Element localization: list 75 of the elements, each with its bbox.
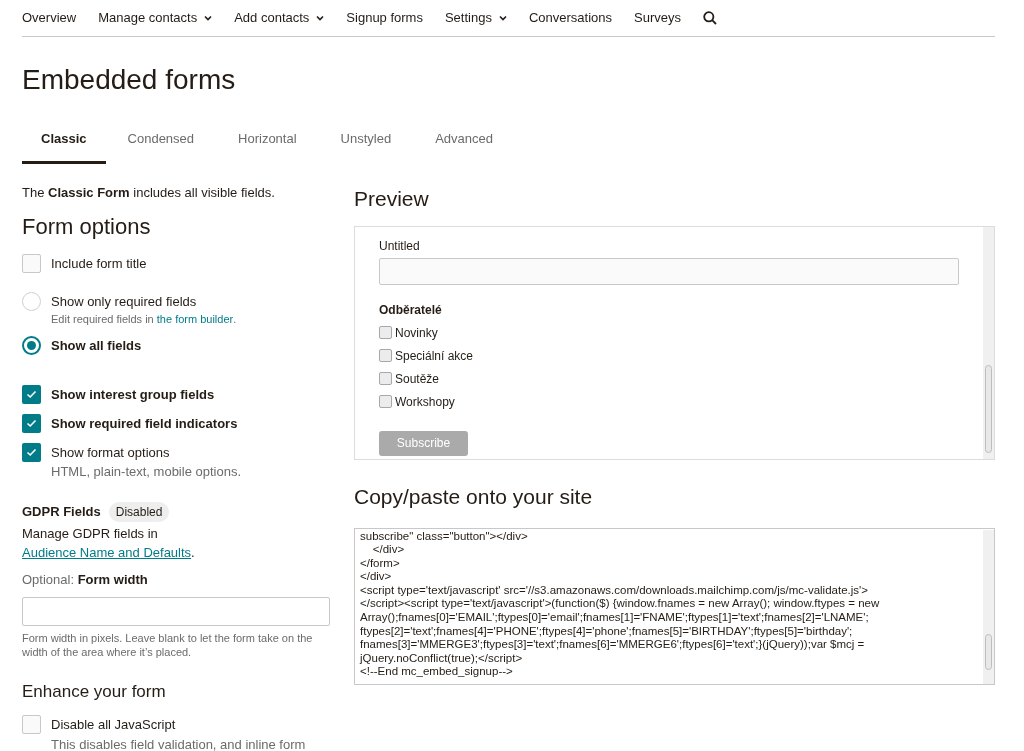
chevron-down-icon — [316, 15, 325, 21]
checkbox-label: Novinky — [395, 324, 438, 342]
option-label: Show format options — [51, 443, 171, 462]
nav-link[interactable]: Settings — [444, 8, 507, 28]
hint-text: HTML, plain-text, mobile options. — [51, 463, 242, 480]
tab[interactable]: Classic — [22, 129, 106, 164]
code-line: </div> — [371, 543, 406, 557]
checkbox[interactable] — [22, 442, 41, 462]
code-textarea[interactable] — [354, 527, 995, 685]
option-label: Show interest group fields — [51, 385, 215, 404]
tab[interactable]: Horizontal — [216, 129, 319, 164]
section-heading: Form options — [22, 213, 152, 240]
intro-text: The Classic Form includes all visible fields. — [22, 183, 276, 202]
gdpr-text: Manage GDPR fields in Audience Name and Defaults. — [22, 524, 196, 562]
option-label: Show only required fields — [51, 292, 198, 311]
scroll-thumb[interactable] — [985, 364, 992, 453]
nav-link[interactable]: Overview — [22, 8, 77, 28]
section-heading: Copy/paste onto your site — [354, 483, 594, 510]
text-field[interactable] — [379, 257, 959, 285]
code-line: Array();fnames[0]='EMAIL';ftypes[0]='email';fnames[1]='FNAME';ftypes[1]='text';fnames[2]='LNAME'; — [360, 611, 870, 625]
option-label: Show all fields — [51, 336, 142, 355]
hint-text: Edit required fields in the form builder. — [51, 311, 237, 327]
nav-link[interactable]: Signup forms — [346, 8, 423, 28]
search-icon[interactable] — [703, 11, 717, 25]
chevron-down-icon — [498, 15, 507, 21]
checkmark-icon — [26, 389, 37, 399]
checkbox-label: Soutěže — [395, 370, 440, 388]
option-label: Include form title — [51, 254, 147, 273]
code-line: </script><script type='text/javascript'>(function($) {window.fnames = new Array(); window.ftypes = new — [360, 597, 881, 612]
checkbox-label: Speciální akce — [395, 347, 474, 365]
gdpr-heading: GDPR Fields — [22, 502, 101, 521]
radio-button[interactable] — [22, 335, 41, 355]
option-label: Show required field indicators — [51, 414, 238, 433]
section-heading: Enhance your form — [22, 681, 167, 703]
code-line: </form> — [360, 556, 401, 571]
option-label: Disable all JavaScript — [51, 715, 177, 734]
help-text: Form width in pixels. Leave blank to let the form take on the width of the area where it’s placed. — [22, 631, 314, 659]
scroll-thumb[interactable] — [985, 633, 992, 670]
code-line: fnames[3]='MMERGE3';ftypes[3]='text';fnames[6]='MMERGE6';ftypes[6]='text';}(jQuery));var $mcj = — [360, 638, 866, 652]
group-heading: Odběratelé — [379, 301, 443, 319]
tab[interactable]: Condensed — [105, 129, 217, 164]
checkbox-label: Workshopy — [395, 393, 455, 411]
checkbox[interactable] — [22, 714, 41, 734]
scrollbar[interactable] — [983, 529, 994, 684]
checkmark-icon — [26, 447, 37, 457]
nav-link[interactable]: Conversations — [528, 8, 613, 28]
tab[interactable]: Unstyled — [318, 129, 414, 164]
form-width-field[interactable] — [22, 597, 330, 626]
nav-link[interactable]: Manage contacts — [98, 8, 213, 28]
page-title: Embedded forms — [22, 63, 237, 97]
hint-text: This disables field validation, and inline form — [51, 735, 306, 751]
checkbox[interactable] — [379, 395, 392, 408]
section-heading: Preview — [354, 185, 430, 212]
chevron-down-icon — [204, 15, 213, 21]
nav-link[interactable]: Add contacts — [234, 8, 325, 28]
checkbox[interactable] — [379, 372, 392, 385]
checkbox[interactable] — [379, 326, 392, 339]
checkbox[interactable] — [22, 413, 41, 433]
checkbox[interactable] — [379, 349, 392, 362]
code-line: jQuery.noConflict(true);</script> — [360, 651, 524, 666]
scrollbar[interactable] — [983, 226, 994, 459]
code-line: ftypes[2]='text';fnames[4]='PHONE';ftypes[4]='phone';fnames[5]='BIRTHDAY';ftypes[5]='birthday'; — [360, 624, 854, 639]
nav-link[interactable]: Surveys — [634, 8, 681, 28]
checkbox[interactable] — [22, 253, 41, 273]
code-line: <script type='text/javascript' src='//s3.amazonaws.com/downloads.mailchimp.com/js/mc-validate.js'> — [360, 583, 869, 598]
code-line: <!--End mc_embed_signup--> — [360, 665, 514, 680]
code-line: subscribe" class="button"></div> — [360, 529, 529, 544]
form-builder-link[interactable]: the form builder — [156, 312, 234, 325]
status-badge: Disabled — [108, 501, 170, 522]
checkbox[interactable] — [22, 384, 41, 404]
field-label: Untitled — [379, 237, 421, 255]
code-line: </div> — [360, 570, 393, 584]
field-label: Optional: Form width — [22, 570, 149, 589]
checkmark-icon — [26, 418, 37, 428]
tab[interactable]: Advanced — [413, 129, 515, 164]
